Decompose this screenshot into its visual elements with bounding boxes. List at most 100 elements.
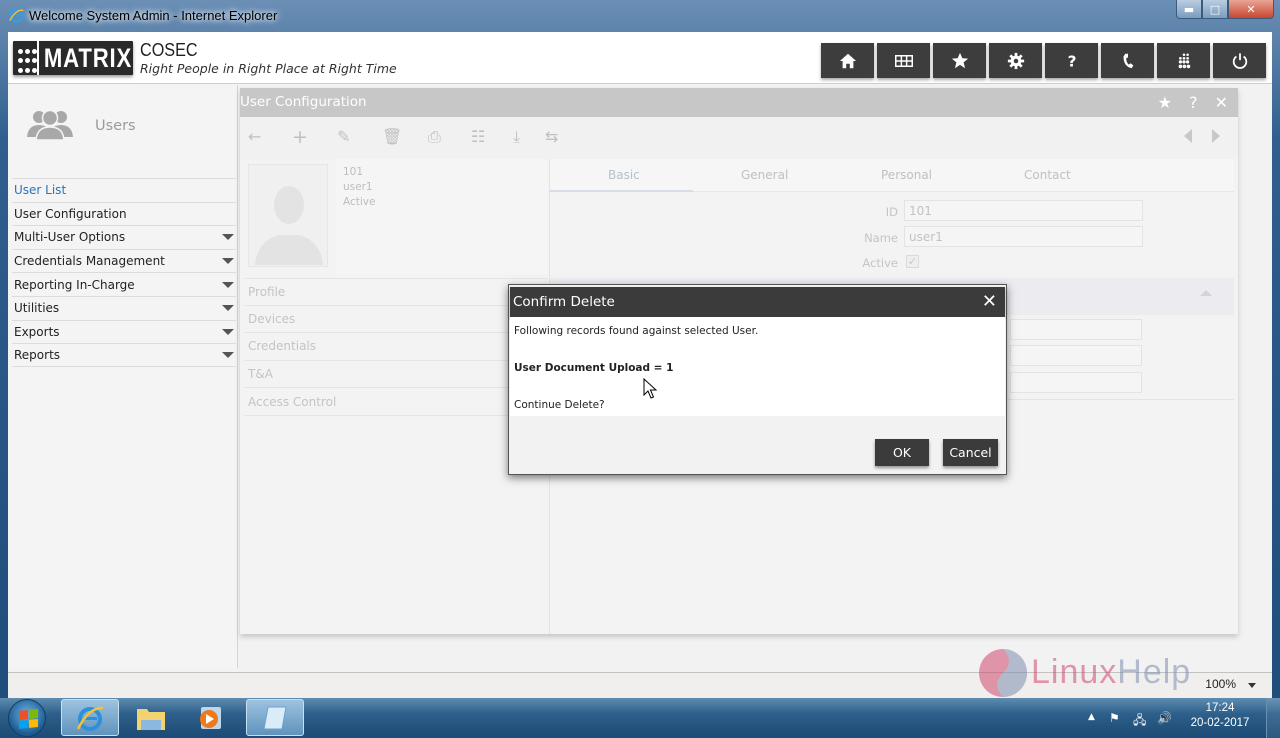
dialog-message: Following records found against selected… <box>514 325 759 337</box>
matrix-button[interactable] <box>1157 43 1210 78</box>
zoom-dropdown-icon[interactable] <box>1248 683 1256 688</box>
ok-button[interactable]: OK <box>875 439 929 466</box>
mouse-cursor-icon <box>643 378 657 399</box>
text-field[interactable] <box>1010 345 1142 366</box>
settings-button[interactable] <box>989 43 1042 78</box>
section-credentials[interactable]: Credentials <box>244 333 548 361</box>
dialog-body: Following records found against selected… <box>510 317 1005 416</box>
internet-explorer-icon <box>9 8 24 23</box>
sidebar-item-exports[interactable]: Exports <box>12 319 236 344</box>
taskbar-notepad[interactable] <box>246 699 304 736</box>
id-field[interactable]: 101 <box>904 200 1143 221</box>
dialog-title: Confirm Delete <box>513 294 615 310</box>
section-devices[interactable]: Devices <box>244 306 548 334</box>
sidebar-header: Users <box>8 85 238 175</box>
show-hidden-icons-button[interactable]: ▲ <box>1088 712 1095 722</box>
action-center-flag-icon[interactable]: ⚑ <box>1109 711 1120 725</box>
pager <box>1184 129 1220 143</box>
app-header: MATRIX COSEC Right People in Right Place… <box>8 32 1272 84</box>
matrix-dots-icon <box>1178 52 1190 68</box>
home-button[interactable] <box>821 43 874 78</box>
taskbar-internet-explorer[interactable] <box>61 699 119 736</box>
sidebar-menu: User List User Configuration Multi-User … <box>12 178 236 367</box>
minimize-button[interactable]: ▬ <box>1176 0 1202 19</box>
download-icon[interactable]: ⤓ <box>513 127 520 147</box>
start-button[interactable] <box>8 699 46 737</box>
chevron-down-icon <box>222 258 234 265</box>
taskbar-windows-explorer[interactable] <box>122 699 180 736</box>
sidebar: Users User List User Configuration Multi… <box>8 85 238 668</box>
zoom-level[interactable]: 100% <box>1205 677 1236 691</box>
network-icon[interactable]: 🖧 <box>1133 711 1146 732</box>
sidebar-item-credentials-management[interactable]: Credentials Management <box>12 248 236 273</box>
logo-dots-icon <box>13 41 39 75</box>
contact-button[interactable] <box>1101 43 1154 78</box>
star-icon[interactable]: ★ <box>1158 93 1172 112</box>
profile-name: user1 <box>343 181 373 193</box>
sidebar-item-label: Exports <box>14 324 60 339</box>
profile-id: 101 <box>343 166 364 178</box>
panel-title: User Configuration <box>240 94 367 110</box>
sidebar-item-label: Credentials Management <box>14 254 165 269</box>
tab-general[interactable]: General <box>741 168 788 182</box>
volume-icon[interactable]: 🔊 <box>1157 711 1172 725</box>
show-desktop-button[interactable] <box>1266 698 1280 738</box>
section-ta[interactable]: T&A <box>244 361 548 389</box>
back-icon[interactable]: ← <box>248 127 261 147</box>
sidebar-item-utilities[interactable]: Utilities <box>12 295 236 320</box>
power-icon <box>1232 52 1247 69</box>
help-icon: ? <box>1067 52 1076 70</box>
home-icon <box>839 53 856 68</box>
close-window-button[interactable]: ✕ <box>1228 0 1274 19</box>
swap-icon[interactable]: ⇆ <box>545 127 558 147</box>
cancel-button[interactable]: Cancel <box>943 439 998 466</box>
user-photo[interactable] <box>248 164 328 267</box>
sidebar-item-multi-user-options[interactable]: Multi-User Options <box>12 225 236 249</box>
matrix-logo[interactable]: MATRIX <box>13 41 133 75</box>
grid-icon <box>894 54 913 67</box>
text-field[interactable] <box>1010 319 1142 340</box>
sidebar-item-user-configuration[interactable]: User Configuration <box>12 201 236 226</box>
tab-personal[interactable]: Personal <box>881 168 932 182</box>
help-button[interactable]: ? <box>1045 43 1098 78</box>
previous-record-icon[interactable] <box>1184 129 1192 143</box>
sidebar-item-label: Reports <box>14 347 61 362</box>
windows-taskbar: ▲ ⚑ 🖧 🔊 17:24 20-02-2017 <box>0 698 1280 738</box>
favorites-button[interactable] <box>933 43 986 78</box>
logout-button[interactable] <box>1213 43 1266 78</box>
sidebar-item-reports[interactable]: Reports <box>12 343 236 367</box>
maximize-button[interactable]: □ <box>1202 0 1228 19</box>
close-icon[interactable]: ✕ <box>982 291 997 312</box>
window-titlebar[interactable]: Welcome System Admin - Internet Explorer… <box>0 0 1280 32</box>
delete-icon[interactable]: 🗑 <box>382 127 402 147</box>
clock-date: 20-02-2017 <box>1190 717 1250 729</box>
star-icon <box>951 52 968 68</box>
sidebar-item-user-list[interactable]: User List <box>12 178 236 202</box>
add-icon[interactable]: + <box>292 127 308 147</box>
text-field[interactable] <box>1010 372 1142 393</box>
sidebar-item-reporting-in-charge[interactable]: Reporting In-Charge <box>12 272 236 296</box>
tab-bar: Basic General Personal Contact <box>550 159 1234 192</box>
dashboard-button[interactable] <box>877 43 930 78</box>
tab-basic[interactable]: Basic <box>608 168 640 182</box>
chevron-down-icon <box>222 281 234 288</box>
tab-contact[interactable]: Contact <box>1024 168 1071 182</box>
product-name: COSEC <box>140 40 198 60</box>
system-clock[interactable]: 17:24 20-02-2017 <box>1190 701 1250 731</box>
next-record-icon[interactable] <box>1212 129 1220 143</box>
name-field[interactable]: user1 <box>904 226 1143 247</box>
save-icon[interactable]: ⎙ <box>428 127 441 147</box>
help-icon[interactable]: ? <box>1189 93 1198 112</box>
section-profile[interactable]: Profile <box>244 278 548 306</box>
profile-status: Active <box>343 196 376 208</box>
edit-icon[interactable]: ✎ <box>337 127 350 147</box>
close-icon[interactable]: ✕ <box>1215 93 1228 112</box>
active-tab-indicator <box>550 190 693 192</box>
section-access-control[interactable]: Access Control <box>244 388 548 416</box>
clear-icon[interactable]: ☷ <box>471 127 485 147</box>
sidebar-item-label: Utilities <box>14 301 60 316</box>
active-checkbox[interactable]: ✓ <box>906 255 919 268</box>
folder-icon <box>137 708 165 730</box>
windows-logo-icon <box>19 708 38 729</box>
taskbar-media-player[interactable] <box>181 699 239 736</box>
